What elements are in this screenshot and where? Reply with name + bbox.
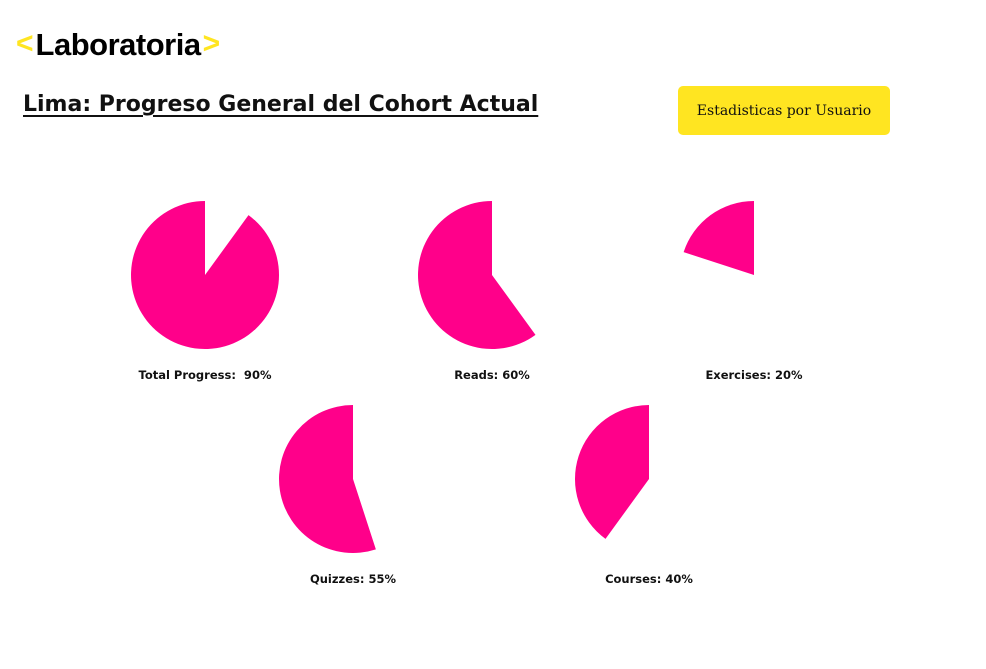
pie-total-progress (131, 201, 280, 349)
chart-courses: Courses: 40% (549, 404, 749, 604)
chart-label-total-progress: Total Progress: 90% (138, 368, 272, 382)
pie-quizzes (279, 405, 376, 553)
pie-reads (418, 201, 536, 349)
pie-slice-courses (574, 405, 649, 539)
pie-slice-quizzes (279, 405, 376, 553)
chart-total-progress: Total Progress: 90% (105, 200, 305, 400)
logo-text: Laboratoria (35, 26, 202, 62)
pie-slice-exercises (683, 201, 754, 275)
chart-quizzes: Quizzes: 55% (253, 404, 453, 604)
pie-courses (574, 405, 649, 539)
chart-label-courses: Courses: 40% (605, 572, 693, 586)
page-title: Lima: Progreso General del Cohort Actual (23, 92, 539, 117)
pie-slice-total-progress (131, 201, 280, 349)
logo-right-bracket: > (202, 27, 221, 60)
chart-exercises: Exercises: 20% (654, 200, 854, 400)
pie-slice-reads (418, 201, 536, 349)
user-stats-button[interactable]: Estadisticas por Usuario (678, 86, 890, 135)
chart-label-exercises: Exercises: 20% (705, 368, 803, 382)
laboratoria-logo[interactable]: < Laboratoria > (16, 24, 220, 64)
chart-label-quizzes: Quizzes: 55% (309, 572, 397, 586)
pie-exercises (683, 201, 754, 275)
chart-label-reads: Reads: 60% (454, 368, 530, 382)
logo-left-bracket: < (16, 27, 34, 60)
chart-reads: Reads: 60% (392, 200, 592, 400)
